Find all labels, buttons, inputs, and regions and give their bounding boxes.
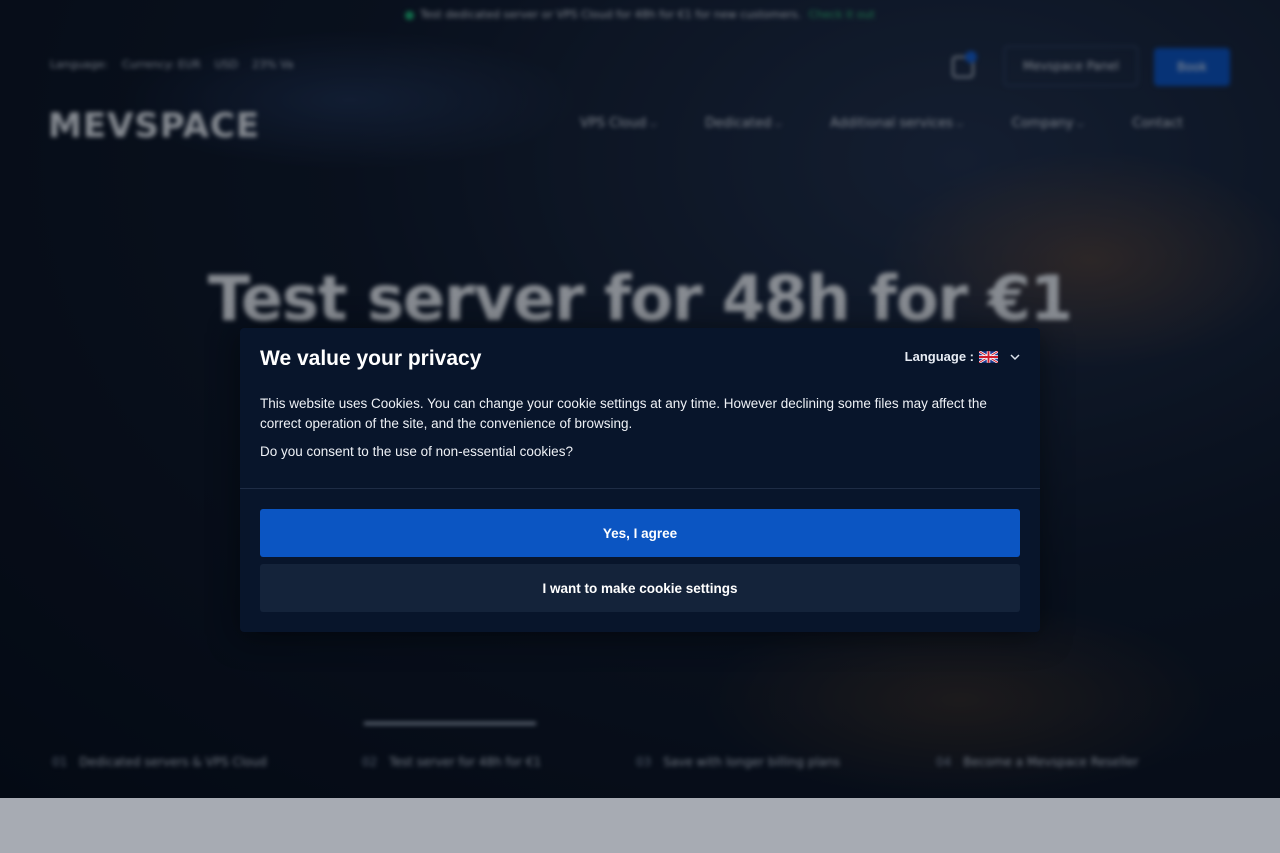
uk-flag-icon: [979, 350, 998, 363]
language-label: Language :: [904, 349, 974, 364]
chevron-down-icon: [1010, 353, 1020, 360]
dialog-title: We value your privacy: [260, 347, 482, 370]
cookie-consent-dialog: We value your privacy Language : This we…: [240, 328, 1040, 632]
agree-button[interactable]: Yes, I agree: [260, 509, 1020, 557]
divider: [240, 488, 1040, 489]
consent-question: Do you consent to the use of non-essenti…: [260, 444, 573, 459]
dialog-body-text: This website uses Cookies. You can chang…: [260, 396, 987, 431]
language-dropdown[interactable]: Language :: [905, 349, 1020, 364]
cookie-settings-button[interactable]: I want to make cookie settings: [260, 564, 1020, 612]
